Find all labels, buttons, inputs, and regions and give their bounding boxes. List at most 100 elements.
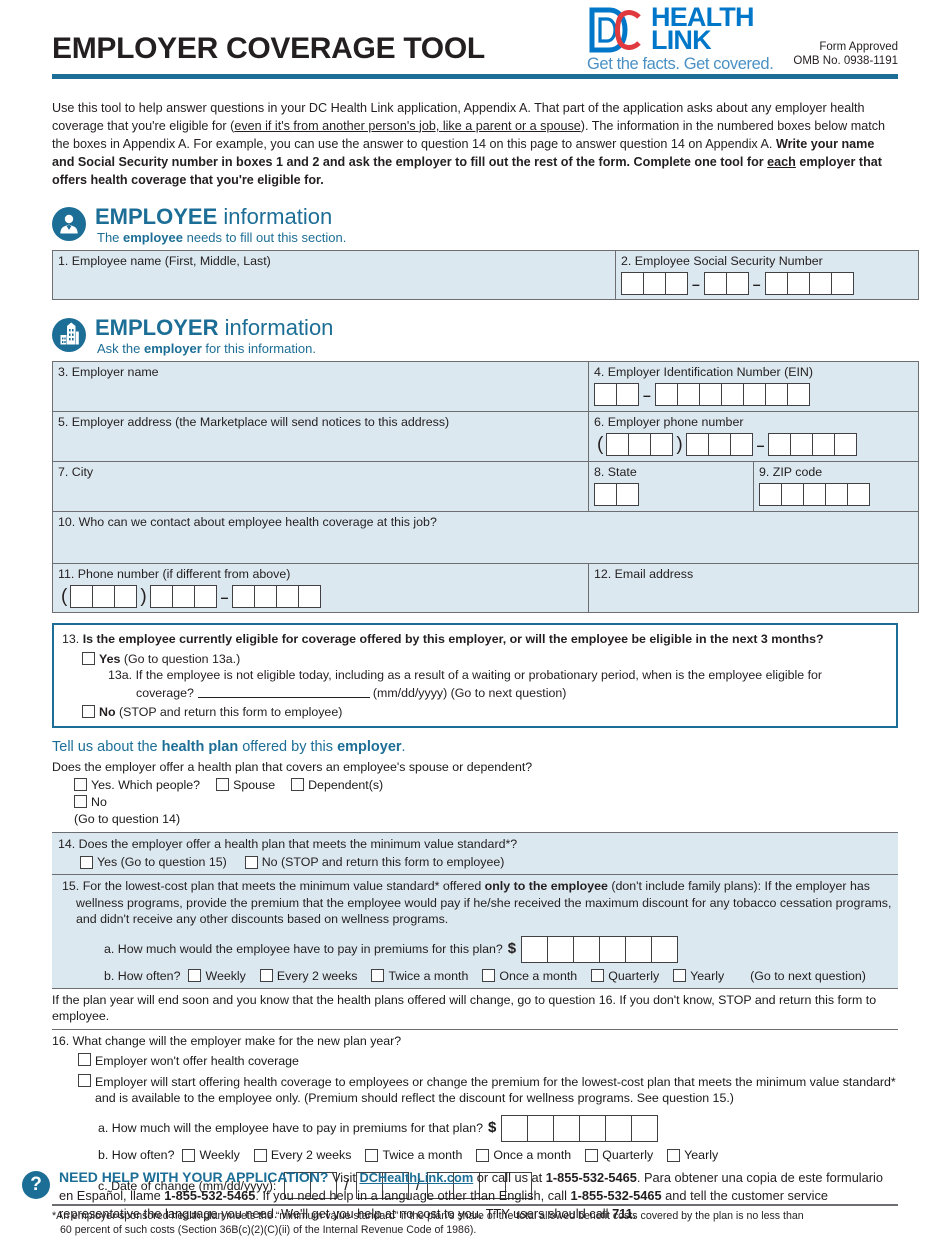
phone-box[interactable] bbox=[114, 585, 138, 609]
zip-box[interactable] bbox=[825, 483, 848, 507]
amount-box[interactable] bbox=[501, 1114, 529, 1142]
phone-box[interactable] bbox=[606, 433, 630, 457]
ssn-box[interactable] bbox=[643, 272, 666, 296]
employer-name-field[interactable]: 3. Employer name bbox=[52, 360, 589, 412]
freq-option-yearly[interactable]: Yearly bbox=[667, 1147, 718, 1164]
employee-name-field[interactable]: 1. Employee name (First, Middle, Last) bbox=[52, 249, 616, 301]
amount-box[interactable] bbox=[631, 1114, 659, 1142]
employer-city-field[interactable]: 7. City bbox=[52, 460, 589, 512]
employer-address-field[interactable]: 5. Employer address (the Marketplace wil… bbox=[52, 410, 589, 462]
ssn-boxes[interactable]: – – bbox=[621, 272, 913, 296]
phone-box[interactable] bbox=[768, 433, 792, 457]
question-16a-amount-boxes[interactable] bbox=[501, 1114, 659, 1142]
ssn-group-1[interactable] bbox=[621, 272, 688, 296]
freq-option-twice-a-month[interactable]: Twice a month bbox=[365, 1147, 462, 1164]
phone-box[interactable] bbox=[92, 585, 116, 609]
zip-box[interactable] bbox=[781, 483, 804, 507]
freq-option-weekly[interactable]: Weekly bbox=[188, 968, 246, 984]
freq-option-once-a-month[interactable]: Once a month bbox=[476, 1147, 571, 1164]
zip-box[interactable] bbox=[847, 483, 870, 507]
amount-box[interactable] bbox=[527, 1114, 555, 1142]
freq-option-once-a-month[interactable]: Once a month bbox=[482, 968, 577, 984]
question-13-no-option[interactable]: No (STOP and return this form to employe… bbox=[62, 704, 888, 719]
amount-box[interactable] bbox=[599, 935, 627, 963]
phone-box[interactable] bbox=[685, 433, 709, 457]
checkbox[interactable] bbox=[216, 778, 230, 792]
freq-option-yearly[interactable]: Yearly bbox=[673, 968, 724, 984]
ssn-box[interactable] bbox=[703, 272, 727, 296]
amount-box[interactable] bbox=[521, 935, 549, 963]
ssn-box[interactable] bbox=[830, 272, 854, 296]
ssn-box[interactable] bbox=[725, 272, 749, 296]
employer-ein-field[interactable]: 4. Employer Identification Number (EIN) … bbox=[588, 360, 919, 412]
phone-box[interactable] bbox=[707, 433, 731, 457]
employer-zip-field[interactable]: 9. ZIP code bbox=[753, 460, 919, 512]
phone-box[interactable] bbox=[193, 585, 217, 609]
checkbox[interactable] bbox=[182, 1148, 196, 1162]
phone-box[interactable] bbox=[70, 585, 94, 609]
amount-box[interactable] bbox=[553, 1114, 581, 1142]
ssn-group-2[interactable] bbox=[703, 272, 749, 296]
phone-box[interactable] bbox=[628, 433, 652, 457]
contact-phone-field[interactable]: 11. Phone number (if different from abov… bbox=[52, 562, 589, 614]
amount-box[interactable] bbox=[573, 935, 601, 963]
checkbox[interactable] bbox=[244, 855, 258, 869]
ssn-box[interactable] bbox=[665, 272, 688, 296]
question-15a-amount-boxes[interactable] bbox=[521, 935, 679, 963]
ssn-box[interactable] bbox=[808, 272, 832, 296]
checkbox[interactable] bbox=[371, 969, 385, 983]
ein-box[interactable] bbox=[786, 383, 810, 407]
amount-box[interactable] bbox=[579, 1114, 607, 1142]
checkbox[interactable] bbox=[365, 1148, 379, 1162]
phone-box[interactable] bbox=[298, 585, 322, 609]
checkbox[interactable] bbox=[82, 652, 95, 666]
phone-line[interactable] bbox=[768, 433, 858, 457]
phone-box[interactable] bbox=[232, 585, 256, 609]
freq-option-quarterly[interactable]: Quarterly bbox=[591, 968, 659, 984]
checkbox[interactable] bbox=[667, 1148, 681, 1162]
state-boxes[interactable] bbox=[594, 483, 748, 507]
amount-box[interactable] bbox=[605, 1114, 633, 1142]
contact-phone-boxes[interactable]: ( ) – bbox=[58, 585, 583, 609]
amount-box[interactable] bbox=[547, 935, 575, 963]
checkbox[interactable] bbox=[82, 704, 95, 718]
checkbox[interactable] bbox=[476, 1148, 490, 1162]
ein-group-1[interactable] bbox=[594, 383, 639, 407]
question-16-option-2[interactable]: Employer will start offering health cove… bbox=[52, 1073, 898, 1107]
zip-box[interactable] bbox=[759, 483, 782, 507]
checkbox[interactable] bbox=[78, 1053, 91, 1067]
ein-box[interactable] bbox=[698, 383, 722, 407]
employer-state-field[interactable]: 8. State bbox=[588, 460, 754, 512]
state-group[interactable] bbox=[594, 483, 639, 507]
checkbox[interactable] bbox=[259, 969, 273, 983]
zip-group[interactable] bbox=[759, 483, 870, 507]
ein-box[interactable] bbox=[616, 383, 639, 407]
contact-phone-line[interactable] bbox=[232, 585, 322, 609]
phone-box[interactable] bbox=[834, 433, 858, 457]
checkbox[interactable] bbox=[591, 969, 605, 983]
dchealthlink-link[interactable]: DCHealthLink.com bbox=[359, 1170, 473, 1185]
employer-phone-field[interactable]: 6. Employer phone number ( ) – bbox=[588, 410, 919, 462]
checkbox[interactable] bbox=[74, 778, 87, 792]
checkbox[interactable] bbox=[74, 795, 87, 809]
checkbox[interactable] bbox=[78, 1073, 91, 1087]
checkbox[interactable] bbox=[253, 1148, 267, 1162]
employer-phone-boxes[interactable]: ( ) – bbox=[594, 433, 913, 457]
question-13-yes-option[interactable]: Yes (Go to question 13a.) bbox=[62, 652, 888, 666]
phone-box[interactable] bbox=[254, 585, 278, 609]
checkbox[interactable] bbox=[291, 778, 305, 792]
health-plan-yes-row[interactable]: Yes. Which people? Spouse Dependent(s) bbox=[52, 778, 898, 792]
health-plan-no-row[interactable]: No bbox=[52, 795, 898, 809]
phone-prefix[interactable] bbox=[685, 433, 753, 457]
phone-box[interactable] bbox=[790, 433, 814, 457]
question-13a-date-input[interactable] bbox=[197, 685, 370, 698]
freq-option-quarterly[interactable]: Quarterly bbox=[585, 1147, 653, 1164]
phone-area-code[interactable] bbox=[606, 433, 674, 457]
question-16-option-1[interactable]: Employer won't offer health coverage bbox=[52, 1053, 898, 1070]
ein-box[interactable] bbox=[742, 383, 766, 407]
phone-box[interactable] bbox=[812, 433, 836, 457]
phone-box[interactable] bbox=[149, 585, 173, 609]
checkbox[interactable] bbox=[482, 969, 496, 983]
ssn-box[interactable] bbox=[786, 272, 810, 296]
ssn-group-3[interactable] bbox=[764, 272, 854, 296]
